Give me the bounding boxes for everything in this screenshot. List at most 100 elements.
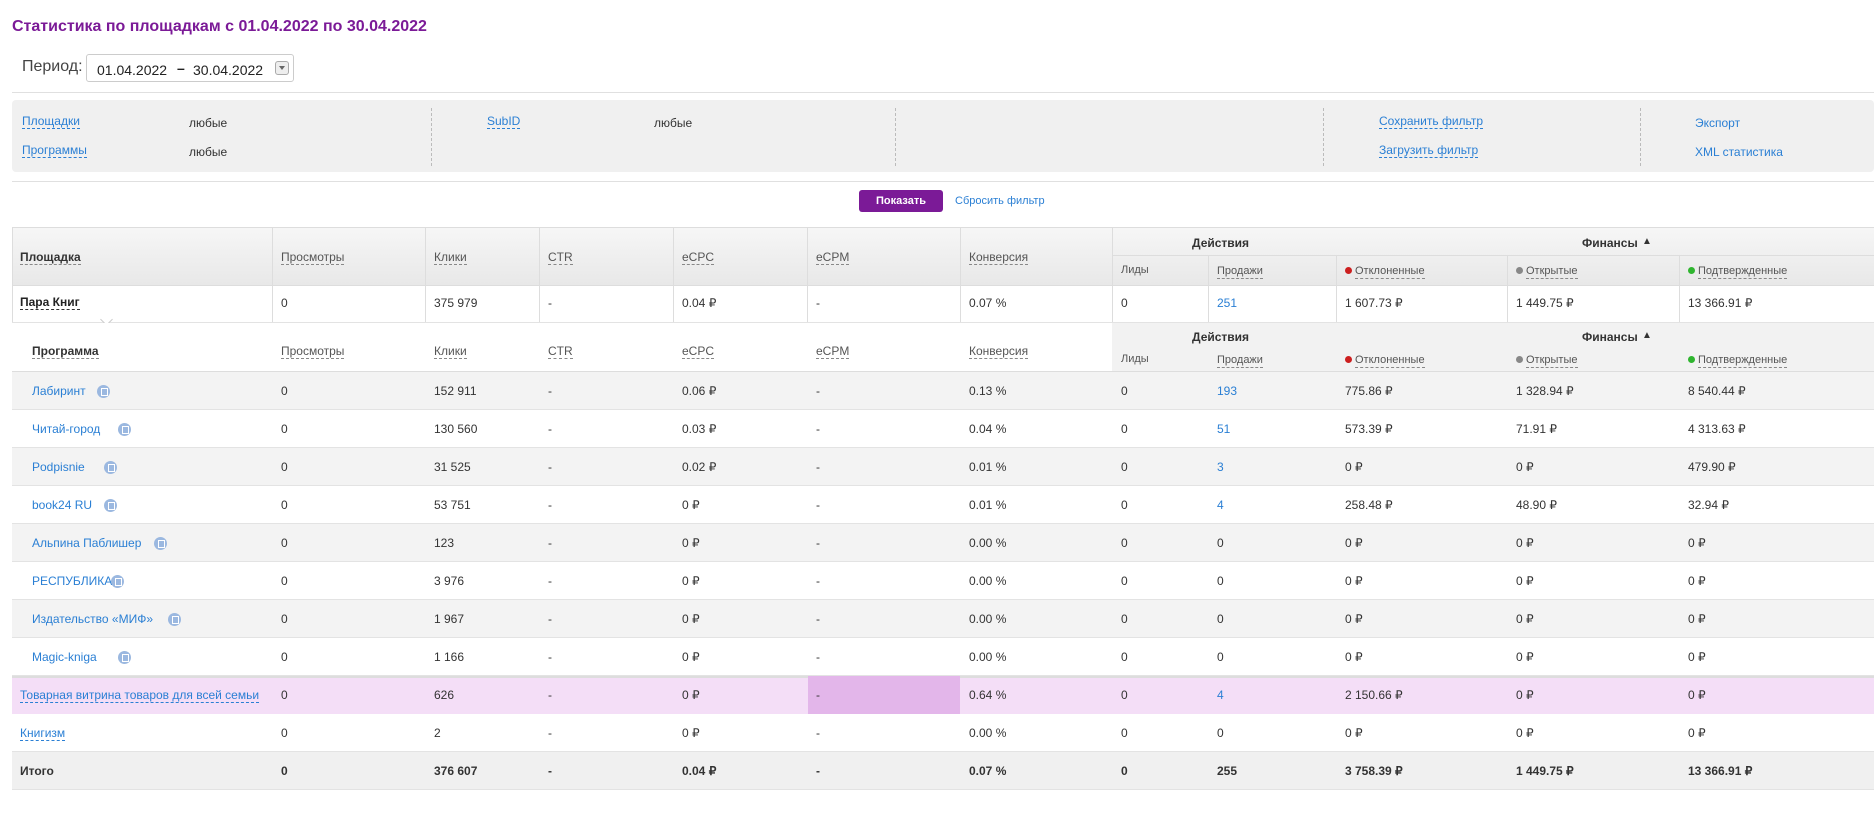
subheader-sales[interactable]: Продажи <box>1217 353 1263 368</box>
cell-sales[interactable]: 4 <box>1217 676 1224 714</box>
cell-ecpm: - <box>816 650 820 664</box>
table-row <box>12 448 1874 486</box>
program-link[interactable]: Magic-kniga <box>32 638 97 676</box>
cell-clicks: 626 <box>434 688 455 702</box>
program-info-icon[interactable] <box>153 537 167 550</box>
header-sales[interactable]: Продажи <box>1217 264 1263 279</box>
cell-open: 1 449.75 ₽ <box>1516 296 1574 310</box>
cell-open: 1 449.75 ₽ <box>1516 764 1574 778</box>
cell-open: 0 ₽ <box>1516 726 1534 740</box>
cell-clicks: 2 <box>434 726 441 740</box>
subheader-open[interactable]: Открытые <box>1526 353 1578 368</box>
header-platform[interactable]: Площадка <box>20 250 81 265</box>
cell-confirmed: 13 366.91 ₽ <box>1688 296 1753 310</box>
table-row <box>12 285 1874 323</box>
cell-sales[interactable]: 4 <box>1217 486 1224 524</box>
cell-conv: 0.64 % <box>969 688 1007 702</box>
header-actions: Действия <box>1192 236 1250 250</box>
program-info-icon[interactable] <box>118 423 132 436</box>
header-conversion[interactable]: Конверсия <box>969 250 1029 265</box>
cell-ecpc: 0 ₽ <box>682 574 700 588</box>
cell-sales[interactable]: 193 <box>1217 372 1237 410</box>
cell-clicks: 130 560 <box>434 422 478 436</box>
program-info-icon[interactable] <box>103 499 117 512</box>
cell-sales[interactable]: 3 <box>1217 448 1224 486</box>
header-ecpm[interactable]: eCPM <box>816 250 850 265</box>
program-link[interactable]: РЕСПУБЛИКА <box>32 562 112 600</box>
program-link[interactable]: Лабиринт <box>32 372 86 410</box>
cell-ecpc: 0 ₽ <box>682 650 700 664</box>
program-link[interactable]: book24 RU <box>32 486 92 524</box>
header-views[interactable]: Просмотры <box>281 250 345 265</box>
caret-up-icon[interactable]: ▲ <box>1642 330 1652 341</box>
cell-ecpm: - <box>816 764 820 778</box>
program-info-icon[interactable] <box>96 385 110 398</box>
cell-open: 1 328.94 ₽ <box>1516 384 1574 398</box>
cell-sales[interactable]: 51 <box>1217 410 1230 448</box>
subheader-rejected[interactable]: Отклоненные <box>1355 353 1425 368</box>
program-link[interactable]: Читай-город <box>32 410 100 448</box>
program-link[interactable]: Podpisnie <box>32 448 85 486</box>
subheader-ecpm[interactable]: eCPM <box>816 344 850 359</box>
header-program[interactable]: Программа <box>32 344 99 359</box>
cell-conv: 0.13 % <box>969 384 1007 398</box>
cell-ecpm: - <box>816 574 820 588</box>
cell-conv: 0.00 % <box>969 726 1007 740</box>
subheader-conversion[interactable]: Конверсия <box>969 344 1029 359</box>
cell-ctr: - <box>548 460 552 474</box>
cell-sales: 0 <box>1217 536 1224 550</box>
highlight-cell <box>808 676 960 714</box>
cell-confirmed: 0 ₽ <box>1688 726 1706 740</box>
cell-ctr: - <box>548 612 552 626</box>
cell-ecpm: - <box>816 384 820 398</box>
program-link[interactable]: Издательство «МИФ» <box>32 600 153 638</box>
program-link[interactable]: Альпина Паблишер <box>32 524 141 562</box>
platform-link[interactable]: Книгизм <box>20 726 66 741</box>
header-ctr[interactable]: CTR <box>548 250 573 265</box>
platform-link[interactable]: Товарная витрина товаров для всей семьи <box>20 688 260 703</box>
cell-clicks: 3 976 <box>434 574 465 588</box>
header-open[interactable]: Открытые <box>1526 264 1578 279</box>
cell-leads: 0 <box>1121 460 1128 474</box>
cell-confirmed: 8 540.44 ₽ <box>1688 384 1746 398</box>
header-ecpc[interactable]: eCPC <box>682 250 715 265</box>
cell-ecpm: - <box>816 726 820 740</box>
subheader-ecpc[interactable]: eCPC <box>682 344 715 359</box>
program-info-icon[interactable] <box>118 651 132 664</box>
program-info-icon[interactable] <box>111 575 124 588</box>
cell-ctr: - <box>548 688 552 702</box>
cell-views: 0 <box>281 726 288 740</box>
header-rejected[interactable]: Отклоненные <box>1355 264 1425 279</box>
subheader-ctr[interactable]: CTR <box>548 344 573 359</box>
subheader-clicks[interactable]: Клики <box>434 344 467 359</box>
cell-confirmed: 0 ₽ <box>1688 650 1706 664</box>
cell-views: 0 <box>281 612 288 626</box>
cell-ecpc: 0 ₽ <box>682 688 700 702</box>
cell-views: 0 <box>281 536 288 550</box>
cell-confirmed: 0 ₽ <box>1688 688 1706 702</box>
cell-confirmed: 0 ₽ <box>1688 536 1706 550</box>
rejected-dot-icon <box>1345 267 1352 274</box>
program-info-icon[interactable] <box>167 613 181 626</box>
caret-up-icon[interactable]: ▲ <box>1642 236 1652 247</box>
cell-clicks: 31 525 <box>434 460 471 474</box>
cell-sales: 0 <box>1217 574 1224 588</box>
group-name[interactable]: Пара Книг <box>20 295 80 310</box>
cell-leads: 0 <box>1121 726 1128 740</box>
header-finance[interactable]: Финансы <box>1582 236 1638 250</box>
program-info-icon[interactable] <box>103 461 117 474</box>
cell-sales[interactable]: 251 <box>1217 285 1237 322</box>
cell-conv: 0.00 % <box>969 650 1007 664</box>
cell-rejected: 2 150.66 ₽ <box>1345 688 1403 702</box>
subheader-views[interactable]: Просмотры <box>281 344 345 359</box>
header-clicks[interactable]: Клики <box>434 250 467 265</box>
cell-views: 0 <box>281 688 288 702</box>
total-label: Итого <box>20 764 54 778</box>
cell-sales: 0 <box>1217 726 1224 740</box>
subheader-confirmed[interactable]: Подтвержденные <box>1698 353 1788 368</box>
subheader-actions: Действия <box>1192 330 1250 344</box>
header-confirmed[interactable]: Подтвержденные <box>1698 264 1788 279</box>
cell-ctr: - <box>548 764 552 778</box>
subheader-finance[interactable]: Финансы <box>1582 330 1638 344</box>
table-row <box>12 600 1874 638</box>
